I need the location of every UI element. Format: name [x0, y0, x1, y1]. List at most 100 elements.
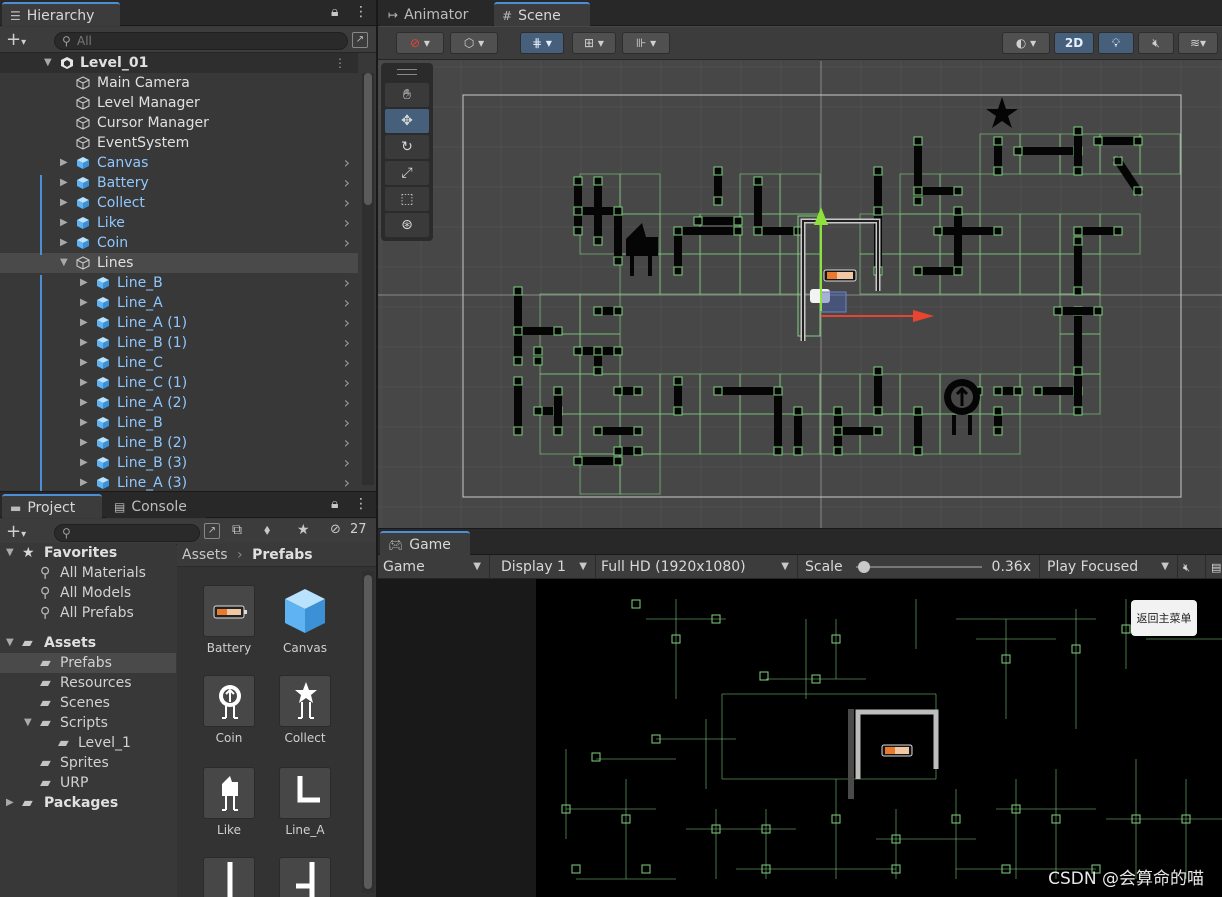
collapse-arrow-icon[interactable]: ▶ — [6, 793, 14, 813]
open-prefab-chevron-icon[interactable]: › — [344, 393, 350, 413]
collapse-arrow-icon[interactable]: ▶ — [80, 393, 88, 413]
hierarchy-row[interactable]: Cursor Manager — [0, 113, 358, 133]
search-mode-icon[interactable]: ↗ — [204, 523, 220, 539]
open-prefab-chevron-icon[interactable]: › — [344, 313, 350, 333]
collapse-arrow-icon[interactable]: ▶ — [80, 293, 88, 313]
hierarchy-row[interactable]: EventSystem — [0, 133, 358, 153]
favorite-star-icon[interactable]: ★ — [297, 522, 310, 538]
tab-console[interactable]: ▤ Console — [106, 494, 206, 518]
open-prefab-chevron-icon[interactable]: › — [344, 213, 350, 233]
open-prefab-chevron-icon[interactable]: › — [344, 173, 350, 193]
prefab-asset[interactable] — [199, 857, 259, 897]
project-search-input[interactable]: ⚲ — [54, 524, 200, 542]
collapse-arrow-icon[interactable]: ▶ — [60, 173, 68, 193]
tab-hierarchy[interactable]: ☰ Hierarchy — [2, 2, 120, 26]
tab-game[interactable]: 🎮︎ Game — [380, 531, 470, 555]
open-prefab-chevron-icon[interactable]: › — [344, 353, 350, 373]
prefab-asset[interactable]: Canvas — [275, 585, 335, 655]
more-options-icon[interactable]: ⋮ — [354, 4, 368, 20]
prefab-asset[interactable]: Collect — [275, 675, 335, 745]
hierarchy-scrollbar[interactable] — [362, 73, 374, 485]
rect-tool[interactable]: ⬚ — [385, 187, 429, 211]
expand-arrow-icon[interactable]: ▼ — [44, 53, 52, 73]
play-mode-dropdown[interactable]: Play Focused ▼ — [1042, 555, 1178, 579]
prefab-asset[interactable] — [275, 857, 335, 897]
hidden-packages-icon[interactable]: ⊘ — [330, 522, 341, 537]
hierarchy-row[interactable]: ▶ Canvas › — [0, 153, 358, 173]
open-prefab-chevron-icon[interactable]: › — [344, 273, 350, 293]
hierarchy-row[interactable]: ▶ Line_B › — [0, 273, 358, 293]
folder-item[interactable]: ▰ Level_1 — [0, 733, 176, 753]
grid-snap-button[interactable]: ⋕ ▾ — [520, 32, 564, 54]
scene-visibility-icon[interactable]: ↗ — [352, 32, 368, 48]
hierarchy-row[interactable]: ▶ Line_A (2) › — [0, 393, 358, 413]
lighting-toggle[interactable]: 💡︎ — [1098, 32, 1134, 54]
hierarchy-row[interactable]: ▶ Line_C (1) › — [0, 373, 358, 393]
folder-item[interactable]: ▰ Resources — [0, 673, 176, 693]
open-prefab-chevron-icon[interactable]: › — [344, 193, 350, 213]
folder-item[interactable]: ▼ ▰ Scripts — [0, 713, 176, 733]
expand-arrow-icon[interactable]: ▼ — [60, 253, 68, 273]
scene-root-row[interactable]: ▼ Level_01 ⋮ — [0, 53, 358, 73]
collapse-arrow-icon[interactable]: ▶ — [60, 153, 68, 173]
prefab-asset[interactable]: Coin — [199, 675, 259, 745]
gizmo-pivot-button[interactable]: ⊘ ▾ — [396, 32, 444, 54]
scene-menu-icon[interactable]: ⋮ — [334, 53, 346, 73]
collapse-arrow-icon[interactable]: ▶ — [80, 333, 88, 353]
open-prefab-chevron-icon[interactable]: › — [344, 293, 350, 313]
create-asset-button[interactable]: +▾ — [6, 521, 26, 542]
game-viewport[interactable] — [536, 579, 1222, 897]
hierarchy-search-input[interactable]: ⚲ All — [54, 32, 348, 50]
favorites-header[interactable]: ▼ ★ Favorites — [0, 543, 176, 563]
packages-header[interactable]: ▶ ▰ Packages — [0, 793, 176, 813]
collapse-arrow-icon[interactable]: ▶ — [80, 453, 88, 473]
filter-label-icon[interactable]: ⬧ — [264, 522, 270, 538]
collapse-arrow-icon[interactable]: ▶ — [80, 353, 88, 373]
project-scrollbar[interactable] — [362, 571, 374, 893]
move-tool[interactable]: ✥ — [385, 109, 429, 133]
display-dropdown[interactable]: Display 1 ▼ — [496, 555, 596, 579]
hierarchy-row[interactable]: ▶ Line_B (3) › — [0, 453, 358, 473]
transform-tool[interactable]: ⊛ — [385, 213, 429, 237]
favorite-item[interactable]: ⚲ All Models — [0, 583, 176, 603]
tab-scene[interactable]: # Scene — [494, 2, 590, 26]
hierarchy-row[interactable]: ▶ Line_C › — [0, 353, 358, 373]
collapse-arrow-icon[interactable]: ▶ — [80, 273, 88, 293]
collapse-arrow-icon[interactable]: ▶ — [60, 233, 68, 253]
toggle-2d-button[interactable]: 2D — [1054, 32, 1094, 54]
expand-arrow-icon[interactable]: ▼ — [6, 633, 14, 653]
resolution-dropdown[interactable]: Full HD (1920x1080) ▼ — [596, 555, 798, 579]
collapse-arrow-icon[interactable]: ▶ — [80, 433, 88, 453]
rotate-tool[interactable]: ↻ — [385, 135, 429, 159]
expand-arrow-icon[interactable]: ▼ — [24, 713, 32, 733]
scale-slider-knob[interactable] — [857, 561, 870, 573]
tab-project[interactable]: ▬ Project — [2, 494, 102, 518]
draw-mode-button[interactable]: ◐ ▾ — [1002, 32, 1050, 54]
hierarchy-scroll-thumb[interactable] — [364, 73, 372, 205]
hierarchy-row[interactable]: ▶ Coin › — [0, 233, 358, 253]
scale-slider[interactable] — [856, 561, 982, 573]
open-prefab-chevron-icon[interactable]: › — [344, 413, 350, 433]
tab-animator[interactable]: ↦ Animator — [380, 2, 492, 26]
more-options-icon[interactable]: ⋮ — [354, 496, 368, 512]
hierarchy-row[interactable]: ▶ Line_B (2) › — [0, 433, 358, 453]
hierarchy-row[interactable]: ▼ Lines — [0, 253, 358, 273]
collapse-arrow-icon[interactable]: ▶ — [80, 313, 88, 333]
effects-toggle[interactable]: ≋ ▾ — [1178, 32, 1218, 54]
open-prefab-chevron-icon[interactable]: › — [344, 453, 350, 473]
audio-toggle[interactable]: 🔇︎ — [1138, 32, 1174, 54]
hierarchy-row[interactable]: Main Camera — [0, 73, 358, 93]
breadcrumb-current[interactable]: Prefabs — [252, 547, 313, 563]
hierarchy-row[interactable]: ▶ Line_B (1) › — [0, 333, 358, 353]
return-main-menu-button[interactable]: 返回主菜单 — [1131, 600, 1197, 636]
open-prefab-chevron-icon[interactable]: › — [344, 233, 350, 253]
open-prefab-chevron-icon[interactable]: › — [344, 473, 350, 491]
hierarchy-row[interactable]: ▶ Collect › — [0, 193, 358, 213]
collapse-arrow-icon[interactable]: ▶ — [60, 193, 68, 213]
scale-tool[interactable]: ⤢ — [385, 161, 429, 185]
collapse-arrow-icon[interactable]: ▶ — [80, 473, 88, 491]
prefab-asset[interactable]: Like — [199, 767, 259, 837]
folder-item[interactable]: ▰ Scenes — [0, 693, 176, 713]
collapse-arrow-icon[interactable]: ▶ — [80, 373, 88, 393]
lock-icon[interactable]: 🔒︎ — [331, 4, 338, 20]
